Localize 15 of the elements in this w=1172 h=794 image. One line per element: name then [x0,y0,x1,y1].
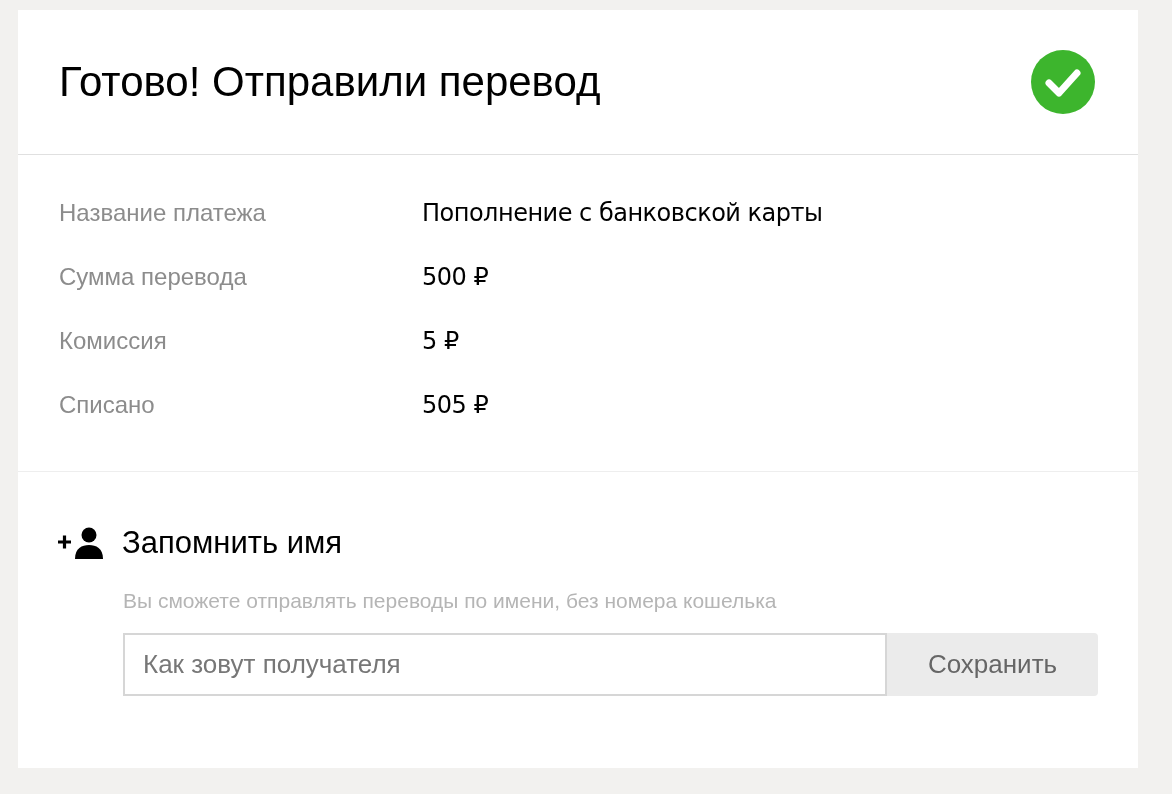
hint-text: Вы сможете отправлять переводы по имени, без номера кошелька [123,587,778,614]
page-title: Готово! Отправили перевод [59,61,601,103]
detail-label: Сумма перевода [59,262,248,292]
detail-value: 505 ₽ [422,390,489,421]
detail-value: Пополнение с банковской карты [422,198,823,229]
add-person-icon [58,527,106,560]
section-title: Запомнить имя [122,524,343,562]
detail-label: Списано [59,390,156,420]
detail-label: Название платежа [59,198,267,228]
save-button[interactable]: Сохранить [887,633,1098,696]
detail-value: 5 ₽ [422,326,459,357]
detail-label: Комиссия [59,326,168,356]
recipient-name-field[interactable]: Как зовут получателя [123,633,887,696]
detail-value: 500 ₽ [422,262,489,293]
success-check-icon [1030,49,1096,115]
